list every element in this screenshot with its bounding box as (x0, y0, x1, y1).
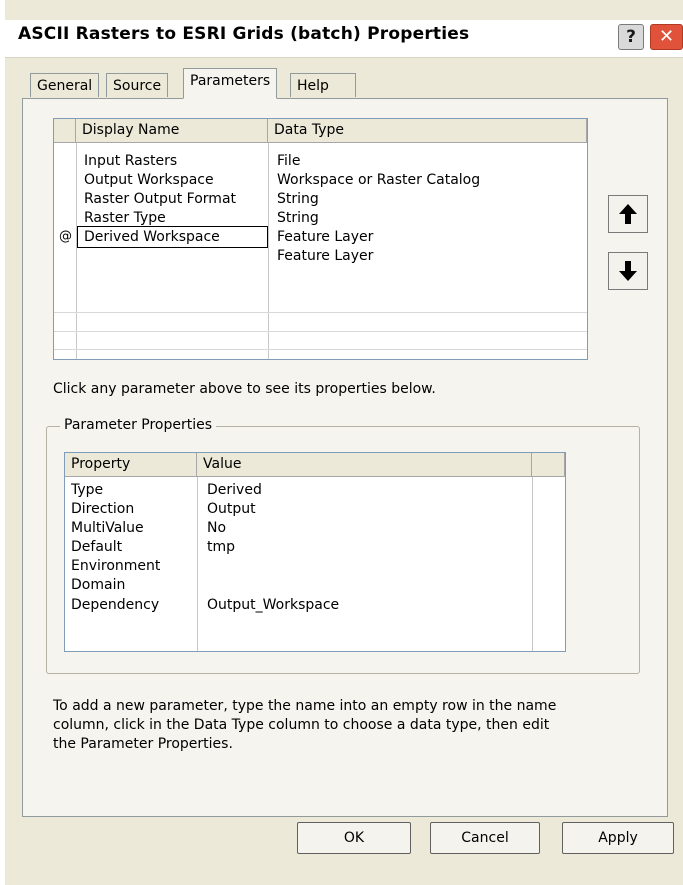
grid-line (268, 143, 269, 359)
parameters-table[interactable]: Display Name Data Type Input Rasters Fil… (53, 118, 588, 360)
param-type-workspace[interactable]: Workspace or Raster Catalog (277, 171, 480, 189)
ok-button[interactable]: OK (297, 822, 411, 854)
grid-line (54, 312, 587, 313)
properties-table[interactable]: Property Value Type Derived Direction Ou… (64, 452, 566, 652)
instructions-line: To add a new parameter, type the name in… (53, 698, 557, 714)
prop-direction-label[interactable]: Direction (71, 500, 134, 518)
param-type-feature-layer[interactable]: Feature Layer (277, 228, 373, 246)
grid-line (76, 143, 77, 359)
param-name-derived-workspace[interactable]: Derived Workspace (84, 228, 220, 246)
arrow-up-icon (619, 204, 637, 224)
tab-parameters[interactable]: Parameters (183, 68, 278, 99)
grid-line (54, 349, 587, 350)
prop-multivalue-value[interactable]: No (207, 519, 226, 537)
prop-dependency-value[interactable]: Output_Workspace (207, 596, 339, 614)
param-name-raster-output-format[interactable]: Raster Output Format (84, 190, 236, 208)
group-label: Parameter Properties (60, 417, 217, 433)
prop-environment-label[interactable]: Environment (71, 557, 160, 575)
hint-text: Click any parameter above to see its pro… (53, 381, 436, 397)
param-name-input-rasters[interactable]: Input Rasters (84, 152, 177, 170)
move-up-button[interactable] (608, 195, 648, 233)
column-header-extra[interactable] (532, 453, 565, 477)
derived-marker-icon: @ (59, 229, 72, 244)
grid-line (197, 477, 198, 651)
move-down-button[interactable] (608, 252, 648, 290)
apply-button[interactable]: Apply (562, 822, 674, 854)
param-name-raster-type[interactable]: Raster Type (84, 209, 166, 227)
column-header-property[interactable]: Property (65, 453, 197, 477)
prop-direction-value[interactable]: Output (207, 500, 256, 518)
param-type-string[interactable]: String (277, 190, 319, 208)
param-type-string[interactable]: String (277, 209, 319, 227)
cancel-button[interactable]: Cancel (430, 822, 540, 854)
arrow-down-icon (619, 261, 637, 281)
instructions-line: the Parameter Properties. (53, 736, 233, 752)
param-type-feature-layer[interactable]: Feature Layer (277, 247, 373, 265)
prop-type-label[interactable]: Type (71, 481, 103, 499)
prop-type-value[interactable]: Derived (207, 481, 262, 499)
close-icon[interactable]: ✕ (650, 24, 683, 50)
tab-source[interactable]: Source (106, 73, 169, 97)
grid-line (532, 477, 533, 651)
column-header-value[interactable]: Value (197, 453, 532, 477)
prop-default-value[interactable]: tmp (207, 538, 235, 556)
tab-help[interactable]: Help (290, 73, 356, 97)
prop-default-label[interactable]: Default (71, 538, 122, 556)
instructions-line: column, click in the Data Type column to… (53, 717, 550, 733)
question-icon[interactable]: ? (618, 24, 644, 50)
param-name-output-workspace[interactable]: Output Workspace (84, 171, 214, 189)
param-type-file[interactable]: File (277, 152, 300, 170)
row-header-column (54, 119, 76, 143)
window-title: ASCII Rasters to ESRI Grids (batch) Prop… (18, 24, 470, 44)
prop-domain-label[interactable]: Domain (71, 576, 125, 594)
tab-general[interactable]: General (30, 73, 100, 97)
column-header-display-name[interactable]: Display Name (76, 119, 268, 143)
instructions-text: To add a new parameter, type the name in… (53, 697, 556, 754)
grid-line (54, 331, 587, 332)
column-header-data-type[interactable]: Data Type (268, 119, 587, 143)
prop-dependency-label[interactable]: Dependency (71, 596, 159, 614)
prop-multivalue-label[interactable]: MultiValue (71, 519, 144, 537)
